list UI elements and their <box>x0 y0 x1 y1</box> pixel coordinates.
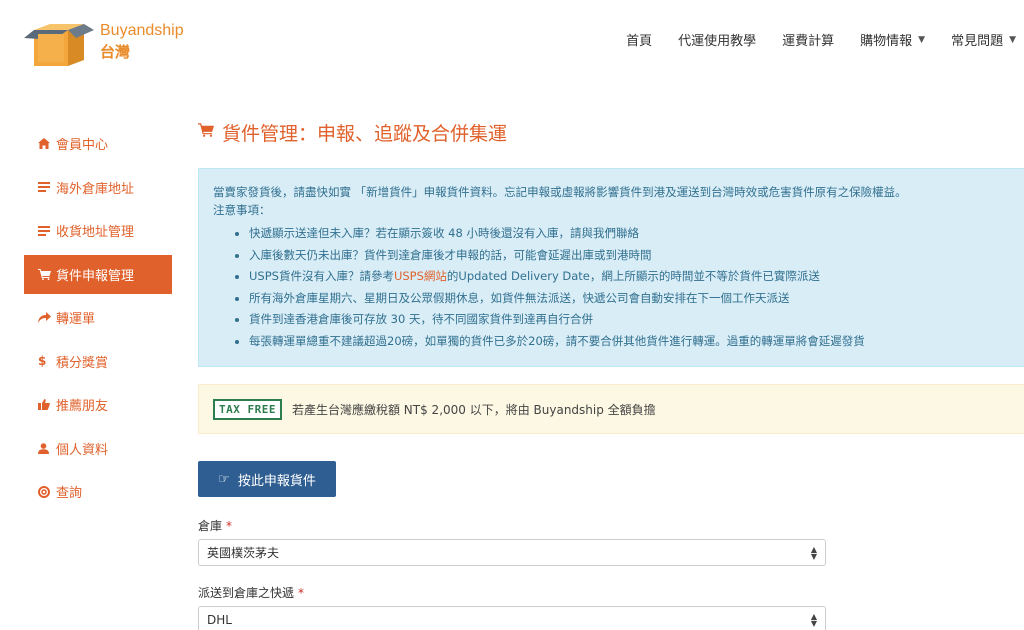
sidebar-item-shipment-declaration[interactable]: 貨件申報管理 <box>24 254 172 294</box>
sidebar-item-points-rewards[interactable]: $ 積分獎賞 <box>24 342 172 381</box>
usps-website-link[interactable]: USPS網站 <box>394 269 447 283</box>
dollar-icon: $ <box>38 354 47 368</box>
sidebar-item-forwarding-order[interactable]: 轉運單 <box>24 298 172 337</box>
notes-list: 快遞顯示送達但未入庫？若在顯示簽收 48 小時後還沒有入庫，請與我們聯絡 入庫後… <box>213 223 1010 353</box>
sidebar-item-member-center[interactable]: 會員中心 <box>24 124 172 163</box>
notes-heading: 注意事項： <box>213 203 271 217</box>
sidebar-item-profile[interactable]: 個人資料 <box>24 429 172 468</box>
caret-down-icon: ▼ <box>918 34 926 45</box>
thumbs-up-icon <box>38 399 56 410</box>
select-arrows-icon: ▲ ▼ <box>810 544 817 561</box>
select-arrows-icon: ▲ ▼ <box>810 611 817 628</box>
brand-logo[interactable]: Buyandship 台灣 <box>24 12 204 70</box>
box-logo-icon <box>24 24 94 66</box>
courier-select[interactable]: DHL ▲ ▼ <box>198 606 826 630</box>
nav-home[interactable]: 首頁 <box>626 30 652 49</box>
sidebar-item-receiving-address[interactable]: 收貨地址管理 <box>24 211 172 250</box>
share-icon <box>38 312 56 323</box>
warehouse-label: 倉庫 * <box>198 519 233 533</box>
list-item: USPS貨件沒有入庫？請參考USPS網站的Updated Delivery Da… <box>249 266 1010 288</box>
tax-free-badge: TAX FREE <box>213 398 282 420</box>
nav-shipping-calculator[interactable]: 運費計算 <box>782 30 834 49</box>
declare-shipment-button[interactable]: ☞ 按此申報貨件 <box>198 461 336 497</box>
nav-tutorial[interactable]: 代運使用教學 <box>678 30 756 49</box>
main-nav: 首頁 代運使用教學 運費計算 購物情報 ▼ 常見問題 ▼ <box>600 30 1024 49</box>
list-item: 快遞顯示送達但未入庫？若在顯示簽收 48 小時後還沒有入庫，請與我們聯絡 <box>249 223 1010 245</box>
list-item: 貨件到達香港倉庫後可存放 30 天，待不同國家貨件到達再自行合併 <box>249 309 1010 331</box>
list-icon <box>38 225 56 236</box>
sidebar-item-refer-friends[interactable]: 推薦朋友 <box>24 385 172 424</box>
cart-icon <box>38 268 56 280</box>
nav-shopping-info[interactable]: 購物情報 ▼ <box>860 30 925 49</box>
lifebuoy-icon <box>38 485 56 498</box>
list-item: 所有海外倉庫星期六、星期日及公眾假期休息，如貨件無法派送，快遞公司會自動安排在下… <box>249 288 1010 310</box>
list-icon <box>38 182 56 192</box>
brand-name: Buyandship <box>100 22 184 39</box>
tax-free-text: 若產生台灣應繳稅額 NT$ 2,000 以下，將由 Buyandship 全額負… <box>291 402 656 417</box>
sidebar-menu: 會員中心 海外倉庫地址 收貨地址管理 貨件申報管理 轉運單 $ 積分獎賞 推薦朋… <box>24 124 172 516</box>
home-icon <box>38 138 56 149</box>
user-icon <box>38 442 56 454</box>
info-intro: 當賣家發貨後，請盡快如實 「新增貨件」申報貨件資料。忘記申報或虛報將影響貨件到港… <box>213 185 907 199</box>
caret-down-icon: ▼ <box>1009 34 1016 45</box>
hand-pointer-icon: ☞ <box>218 471 230 487</box>
warehouse-select[interactable]: 英國樸茨茅夫 ▲ ▼ <box>198 539 826 566</box>
sidebar-item-inquiry[interactable]: 查詢 <box>24 472 172 511</box>
cart-icon <box>198 122 214 142</box>
main-content: 貨件管理：申報、追蹤及合併集運 當賣家發貨後，請盡快如實 「新增貨件」申報貨件資… <box>198 112 1024 630</box>
courier-label: 派送到倉庫之快遞 * <box>198 586 305 600</box>
top-header: Buyandship 台灣 首頁 代運使用教學 運費計算 購物情報 ▼ 常見問題 ▼ <box>0 0 1024 80</box>
tax-free-notice: TAX FREE 若產生台灣應繳稅額 NT$ 2,000 以下，將由 Buyan… <box>198 384 1024 434</box>
required-mark: * <box>226 519 233 533</box>
page-title: 貨件管理：申報、追蹤及合併集運 <box>198 112 1024 152</box>
sidebar-item-warehouse-address[interactable]: 海外倉庫地址 <box>24 168 172 207</box>
nav-faq[interactable]: 常見問題 ▼ <box>951 30 1016 49</box>
list-item: 入庫後數天仍未出庫？貨件到達倉庫後才申報的話，可能會延遲出庫或到港時間 <box>249 245 1010 267</box>
required-mark: * <box>298 586 305 600</box>
list-item: 每張轉運單總重不建議超過20磅，如單獨的貨件已多於20磅，請不要合併其他貨件進行… <box>249 331 1010 353</box>
info-notice: 當賣家發貨後，請盡快如實 「新增貨件」申報貨件資料。忘記申報或虛報將影響貨件到港… <box>198 168 1024 367</box>
brand-region: 台灣 <box>100 43 131 61</box>
